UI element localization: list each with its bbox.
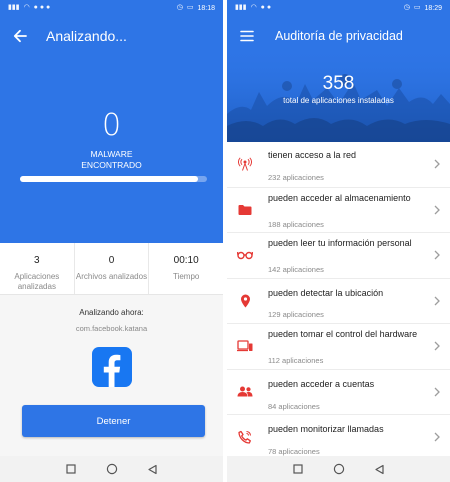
permission-app-count: 142 aplicaciones [268, 265, 324, 274]
permission-title: tienen acceso a la red [268, 150, 357, 160]
chevron-right-icon [432, 157, 442, 171]
chevron-right-icon [432, 203, 442, 217]
stat-apps-scanned: 3 Aplicaciones analizadas [0, 243, 75, 294]
package-name: com.facebook.katana [75, 324, 148, 333]
home-icon[interactable] [105, 462, 119, 476]
permission-row-calls[interactable]: pueden monitorizar llamadas 78 aplicacio… [227, 415, 450, 461]
notification-icons: ● ● ● [33, 4, 51, 11]
battery-icon: ▭ [413, 4, 421, 11]
permission-row-accounts[interactable]: pueden acceder a cuentas 84 aplicaciones [227, 369, 450, 415]
privacy-audit-screen: ▮▮▮ ◠ ● ● ◷ ▭ 18:29 Auditoría de privaci… [227, 0, 450, 482]
permission-list: tienen acceso a la red 232 aplicaciones … [227, 142, 450, 461]
permission-row-hardware[interactable]: pueden tomar el control del hardware 112… [227, 324, 450, 370]
permission-app-count: 188 aplicaciones [268, 219, 324, 229]
permission-title: pueden leer tu información personal [268, 238, 412, 248]
analyzing-now-label: Analizando ahora: [79, 308, 144, 317]
permission-row-location[interactable]: pueden detectar la ubicación 129 aplicac… [227, 278, 450, 324]
toolbar: Auditoría de privacidad [227, 22, 450, 50]
current-scan-area: Analizando ahora: com.facebook.katana De… [0, 296, 223, 456]
nav-bar [227, 456, 450, 482]
nav-bar [0, 456, 223, 482]
antenna-icon [237, 156, 253, 172]
notification-icons: ● ● [260, 4, 272, 11]
wifi-icon: ◠ [23, 4, 30, 11]
malware-found-label: MALWARE ENCONTRADO [81, 149, 142, 170]
wifi-icon: ◠ [250, 4, 257, 11]
recents-icon[interactable] [291, 462, 305, 476]
permission-row-personal-info[interactable]: pueden leer tu información personal 142 … [227, 233, 450, 279]
chevron-right-icon [432, 385, 442, 399]
recents-icon[interactable] [64, 462, 78, 476]
permission-app-count: 84 aplicaciones [268, 401, 320, 411]
chevron-right-icon [432, 294, 442, 308]
toolbar: Analizando... [0, 22, 223, 50]
malware-scan-screen: ▮▮▮ ◠ ● ● ● ◷ ▭ 18:18 Analizando... 0 MA… [0, 0, 223, 482]
glasses-icon [237, 247, 253, 263]
back-triangle-icon[interactable] [146, 462, 160, 476]
home-icon[interactable] [332, 462, 346, 476]
back-triangle-icon[interactable] [373, 462, 387, 476]
scan-header: ▮▮▮ ◠ ● ● ● ◷ ▭ 18:18 Analizando... 0 MA… [0, 0, 223, 243]
folder-icon [237, 202, 253, 218]
chevron-right-icon [432, 339, 442, 353]
signal-icon: ▮▮▮ [235, 4, 247, 11]
people-icon [237, 384, 253, 400]
stat-label: Aplicaciones analizadas [14, 272, 60, 291]
phone-call-icon [237, 429, 253, 445]
permission-row-storage[interactable]: pueden acceder al almacenamiento 188 apl… [227, 187, 450, 233]
location-pin-icon [237, 293, 253, 309]
permission-app-count: 78 aplicaciones [268, 447, 320, 456]
devices-icon [237, 338, 253, 354]
stat-value: 0 [108, 255, 115, 266]
permission-app-count: 112 aplicaciones [268, 356, 324, 365]
status-right-icons: ◷ ▭ 18:18 [177, 4, 215, 12]
stat-label: Tiempo [172, 272, 200, 281]
facebook-icon [92, 347, 132, 387]
status-left-icons: ▮▮▮ ◠ ● ● [235, 4, 271, 12]
stat-value: 00:10 [173, 255, 199, 266]
stat-files-scanned: 0 Archivos analizados [75, 243, 150, 294]
scan-progress-fill [20, 176, 198, 182]
scan-stats: 3 Aplicaciones analizadas 0 Archivos ana… [0, 243, 223, 295]
status-right-icons: ◷ ▭ 18:29 [404, 4, 442, 12]
alarm-icon: ◷ [176, 4, 183, 11]
page-title: Analizando... [46, 28, 127, 44]
installed-apps-label: total de aplicaciones instaladas [283, 96, 394, 105]
status-left-icons: ▮▮▮ ◠ ● ● ● [8, 4, 50, 12]
battery-icon: ▭ [186, 4, 194, 11]
permission-title: pueden tomar el control del hardware [268, 329, 418, 339]
status-bar: ▮▮▮ ◠ ● ● ◷ ▭ 18:29 [227, 0, 450, 16]
hamburger-menu-icon[interactable] [233, 22, 261, 50]
stat-time: 00:10 Tiempo [149, 243, 223, 294]
back-arrow-icon[interactable] [6, 22, 34, 50]
permission-app-count: 232 aplicaciones [268, 173, 324, 182]
permission-title: pueden detectar la ubicación [268, 287, 384, 298]
page-title: Auditoría de privacidad [275, 29, 403, 43]
status-time: 18:18 [197, 4, 215, 12]
permission-row-network[interactable]: tienen acceso a la red 232 aplicaciones [227, 142, 450, 188]
permission-title: pueden acceder a cuentas [268, 378, 375, 389]
stat-value: 3 [34, 255, 40, 266]
malware-count: 0 [101, 108, 122, 143]
permission-title: pueden acceder al almacenamiento [268, 192, 411, 203]
status-time: 18:29 [424, 4, 442, 12]
chevron-right-icon [432, 248, 442, 262]
audit-header: ▮▮▮ ◠ ● ● ◷ ▭ 18:29 Auditoría de privaci… [227, 0, 450, 142]
scan-progress-bar [20, 176, 207, 182]
status-bar: ▮▮▮ ◠ ● ● ● ◷ ▭ 18:18 [0, 0, 223, 16]
installed-apps-count: 358 [322, 73, 355, 94]
alarm-icon: ◷ [403, 4, 410, 11]
signal-icon: ▮▮▮ [8, 4, 20, 11]
permission-app-count: 129 aplicaciones [268, 309, 324, 319]
stop-button[interactable]: Detener [22, 405, 205, 437]
stat-label: Archivos analizados [75, 272, 148, 281]
permission-title: pueden monitorizar llamadas [268, 424, 384, 434]
chevron-right-icon [432, 430, 442, 444]
